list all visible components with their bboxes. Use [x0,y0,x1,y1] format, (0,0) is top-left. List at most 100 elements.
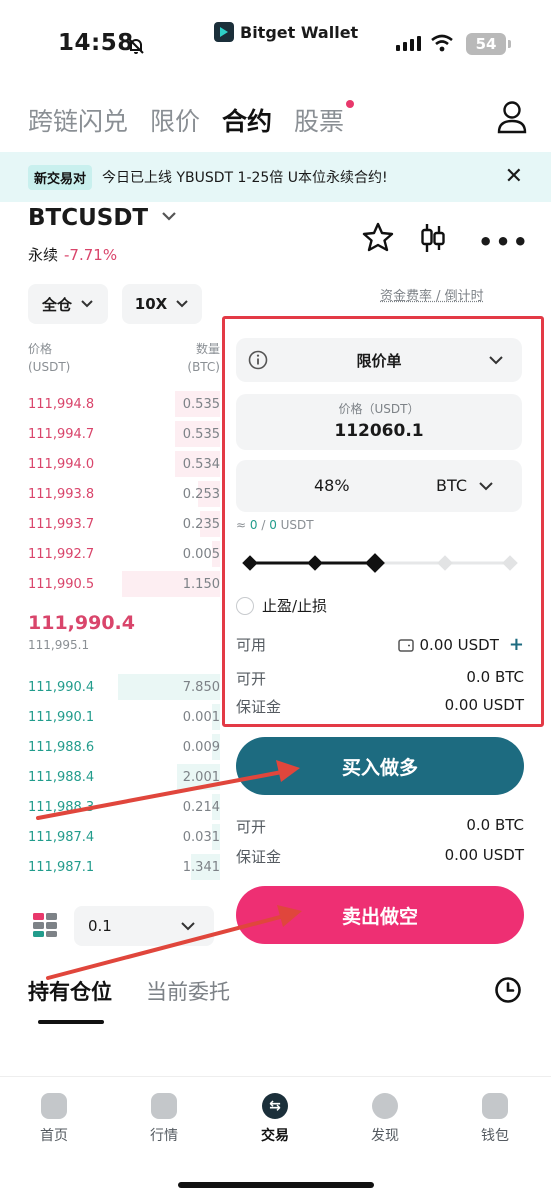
bid-price: 111,987.1 [28,859,95,875]
more-icon[interactable]: ••• [478,228,530,256]
announcement-banner[interactable]: 新交易对 今日已上线 YBUSDT 1-25倍 U本位永续合约! ✕ [0,152,551,202]
discover-compass-icon [372,1093,398,1119]
star-icon[interactable] [362,222,394,252]
home-icon [41,1093,67,1119]
ask-row[interactable]: 111,993.7 0.235 [28,509,220,539]
tab-futures[interactable]: 合约 [222,102,272,138]
bid-qty: 0.009 [182,739,220,755]
trade-swap-icon: ⇆ [262,1093,288,1119]
history-clock-icon[interactable] [494,976,522,1004]
battery-indicator: 54 [466,33,511,55]
buy-long-button[interactable]: 买入做多 [236,737,524,795]
wallet-nav-icon [482,1093,508,1119]
ask-qty: 1.150 [182,576,220,592]
ask-qty: 0.235 [182,516,220,532]
nav-trade[interactable]: ⇆ 交易 [245,1093,305,1145]
qty-header-unit: (BTC) [187,360,220,374]
ask-row[interactable]: 111,994.8 0.535 [28,389,220,419]
short-margin-label: 保证金 [236,848,282,866]
nav-discover-label: 发现 [371,1128,399,1144]
nav-home[interactable]: 首页 [24,1093,84,1145]
margin-mode-label: 全仓 [41,295,72,314]
orderbook-layout-icon[interactable] [32,912,58,938]
chevron-down-icon [176,300,188,308]
ask-price: 111,994.8 [28,396,95,412]
position-tabs: 持有仓位 当前委托 [28,976,230,1006]
bid-qty: 0.001 [182,709,220,725]
brand: Bitget Wallet [214,22,358,42]
orderbook-qty-header: 数量 (BTC) [182,340,220,376]
trade-tabs: 跨链闪兑 限价 合约 股票 [28,100,355,138]
ask-row[interactable]: 111,992.7 0.005 [28,539,220,569]
ask-row[interactable]: 111,993.8 0.253 [28,479,220,509]
tab-limit[interactable]: 限价 [150,102,200,138]
bid-qty: 2.001 [182,769,220,785]
ask-row[interactable]: 111,994.7 0.535 [28,419,220,449]
short-open-label: 可开 [236,818,267,836]
depth-value: 0.1 [88,917,112,935]
bid-row[interactable]: 111,987.1 1.341 [28,852,220,882]
ask-price: 111,992.7 [28,546,95,562]
active-tab-underline [38,1020,104,1024]
close-icon[interactable]: ✕ [505,164,523,189]
orderbook-price-header: 价格 (USDT) [28,340,70,376]
bid-price: 111,987.4 [28,829,95,845]
nav-market-label: 行情 [150,1128,178,1144]
candlestick-chart-icon[interactable] [418,222,448,254]
short-margin-row: 保证金 0.00 USDT [236,846,524,867]
tab-open-orders[interactable]: 当前委托 [146,976,230,1006]
bid-row[interactable]: 111,990.1 0.001 [28,702,220,732]
last-price[interactable]: 111,990.4 [28,612,135,634]
chevron-down-icon[interactable] [160,210,178,224]
short-open-value: 0.0 BTC [466,816,524,834]
tab-swap[interactable]: 跨链闪兑 [28,102,128,138]
leverage-select[interactable]: 10X [122,284,202,324]
ask-row[interactable]: 111,990.5 1.150 [28,569,220,599]
funding-rate-link[interactable]: 资金费率 / 倒计时 [380,285,484,304]
bid-price: 111,990.1 [28,709,95,725]
nav-wallet[interactable]: 钱包 [465,1093,525,1145]
bid-row[interactable]: 111,987.4 0.031 [28,822,220,852]
bid-price: 111,988.3 [28,799,95,815]
bid-price: 111,988.6 [28,739,95,755]
sell-short-button[interactable]: 卖出做空 [236,886,524,944]
margin-mode-select[interactable]: 全仓 [28,284,108,324]
price-header-label: 价格 [28,342,53,356]
chevron-down-icon [81,300,93,308]
ask-qty: 0.535 [182,426,220,442]
pair-symbol[interactable]: BTCUSDT [28,205,148,231]
ask-row[interactable]: 111,994.0 0.534 [28,449,220,479]
short-margin-value: 0.00 USDT [444,846,524,864]
bid-row[interactable]: 111,988.6 0.009 [28,732,220,762]
nav-market[interactable]: 行情 [134,1093,194,1145]
qty-header-label: 数量 [195,342,220,356]
depth-select[interactable]: 0.1 [74,906,214,946]
tab-stocks-label: 股票 [294,107,345,136]
bid-row[interactable]: 111,990.4 7.850 [28,672,220,702]
ask-price: 111,994.0 [28,456,95,472]
home-indicator [178,1182,374,1188]
bid-price: 111,990.4 [28,679,95,695]
ask-qty: 0.005 [182,546,220,562]
bid-row[interactable]: 111,988.4 2.001 [28,762,220,792]
short-open-row: 可开 0.0 BTC [236,816,524,837]
tab-stocks[interactable]: 股票 [294,100,355,138]
bid-qty: 0.031 [182,829,220,845]
ask-qty: 0.534 [182,456,220,472]
tab-holdings[interactable]: 持有仓位 [28,976,112,1006]
cellular-signal-icon [396,36,421,51]
bid-qty: 7.850 [182,679,220,695]
contract-type: 永续 [28,246,59,264]
nav-wallet-label: 钱包 [481,1128,509,1144]
ask-qty: 0.535 [182,396,220,412]
mark-price: 111,995.1 [28,638,90,652]
wifi-icon [431,34,453,52]
nav-home-label: 首页 [40,1128,68,1144]
leverage-label: 10X [134,295,168,313]
nav-discover[interactable]: 发现 [355,1093,415,1145]
bid-row[interactable]: 111,988.3 0.214 [28,792,220,822]
highlight-box [222,316,544,727]
user-icon[interactable] [496,100,528,134]
status-time: 14:58 [58,30,134,56]
ask-qty: 0.253 [182,486,220,502]
